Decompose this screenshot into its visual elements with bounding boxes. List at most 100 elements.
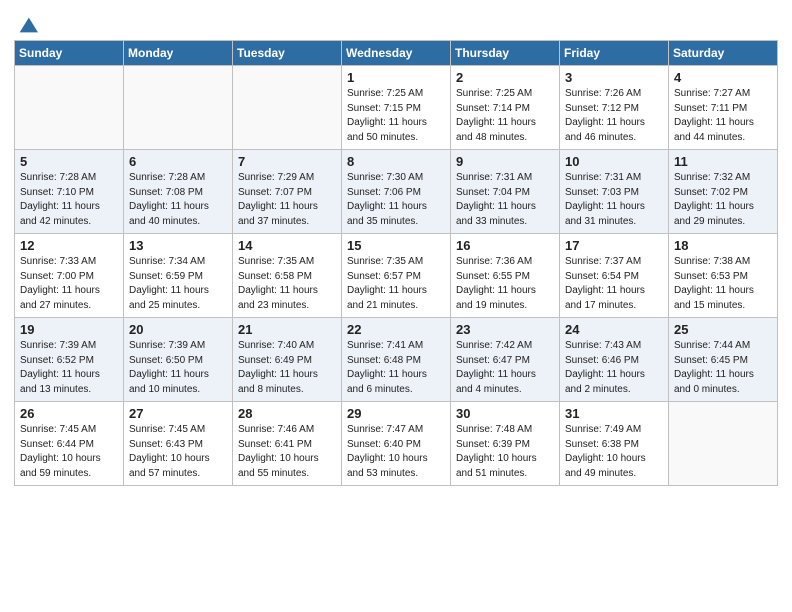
day-info: Sunrise: 7:34 AM Sunset: 6:59 PM Dayligh… [129,256,209,311]
week-row-1: 5 Sunrise: 7:28 AM Sunset: 7:10 PM Daylig… [15,150,778,234]
calendar-cell: 5 Sunrise: 7:28 AM Sunset: 7:10 PM Daylig… [15,150,124,234]
day-number: 12 [20,238,118,253]
day-info: Sunrise: 7:45 AM Sunset: 6:43 PM Dayligh… [129,424,210,479]
calendar-cell: 8 Sunrise: 7:30 AM Sunset: 7:06 PM Daylig… [342,150,451,234]
day-number: 28 [238,406,336,421]
weekday-header-sunday: Sunday [15,41,124,66]
day-info: Sunrise: 7:31 AM Sunset: 7:04 PM Dayligh… [456,172,536,227]
day-number: 2 [456,70,554,85]
calendar-cell [233,66,342,150]
day-number: 7 [238,154,336,169]
calendar-cell: 6 Sunrise: 7:28 AM Sunset: 7:08 PM Daylig… [124,150,233,234]
day-number: 1 [347,70,445,85]
weekday-header-saturday: Saturday [669,41,778,66]
day-info: Sunrise: 7:39 AM Sunset: 6:52 PM Dayligh… [20,340,100,395]
calendar-cell: 16 Sunrise: 7:36 AM Sunset: 6:55 PM Dayli… [451,234,560,318]
day-info: Sunrise: 7:36 AM Sunset: 6:55 PM Dayligh… [456,256,536,311]
calendar-cell: 17 Sunrise: 7:37 AM Sunset: 6:54 PM Dayli… [560,234,669,318]
week-row-0: 1 Sunrise: 7:25 AM Sunset: 7:15 PM Daylig… [15,66,778,150]
calendar-cell: 21 Sunrise: 7:40 AM Sunset: 6:49 PM Dayli… [233,318,342,402]
calendar-cell: 19Sunrise: 7:39 AM Sunset: 6:52 PM Dayli… [15,318,124,402]
day-number: 14 [238,238,336,253]
week-row-2: 12 Sunrise: 7:33 AM Sunset: 7:00 PM Dayli… [15,234,778,318]
calendar-cell: 22Sunrise: 7:41 AM Sunset: 6:48 PM Dayli… [342,318,451,402]
day-info: Sunrise: 7:26 AM Sunset: 7:12 PM Dayligh… [565,88,645,143]
weekday-header-friday: Friday [560,41,669,66]
calendar-cell: 1 Sunrise: 7:25 AM Sunset: 7:15 PM Daylig… [342,66,451,150]
day-info: Sunrise: 7:32 AM Sunset: 7:02 PM Dayligh… [674,172,754,227]
day-info: Sunrise: 7:44 AM Sunset: 6:45 PM Dayligh… [674,340,754,395]
day-info: Sunrise: 7:29 AM Sunset: 7:07 PM Dayligh… [238,172,318,227]
calendar: SundayMondayTuesdayWednesdayThursdayFrid… [14,40,778,486]
day-number: 26 [20,406,118,421]
calendar-cell: 15 Sunrise: 7:35 AM Sunset: 6:57 PM Dayli… [342,234,451,318]
calendar-cell: 27 Sunrise: 7:45 AM Sunset: 6:43 PM Dayli… [124,402,233,486]
calendar-cell: 31 Sunrise: 7:49 AM Sunset: 6:38 PM Dayli… [560,402,669,486]
calendar-cell: 30 Sunrise: 7:48 AM Sunset: 6:39 PM Dayli… [451,402,560,486]
calendar-cell: 9 Sunrise: 7:31 AM Sunset: 7:04 PM Daylig… [451,150,560,234]
day-number: 22 [347,322,445,337]
logo [14,14,38,34]
day-number: 8 [347,154,445,169]
day-number: 3 [565,70,663,85]
calendar-cell: 26 Sunrise: 7:45 AM Sunset: 6:44 PM Dayli… [15,402,124,486]
day-info: Sunrise: 7:43 AM Sunset: 6:46 PM Dayligh… [565,340,645,395]
calendar-cell [15,66,124,150]
day-info: Sunrise: 7:37 AM Sunset: 6:54 PM Dayligh… [565,256,645,311]
day-info: Sunrise: 7:49 AM Sunset: 6:38 PM Dayligh… [565,424,646,479]
day-info: Sunrise: 7:28 AM Sunset: 7:10 PM Dayligh… [20,172,100,227]
header [14,10,778,34]
day-number: 17 [565,238,663,253]
day-number: 4 [674,70,772,85]
calendar-cell: 20Sunrise: 7:39 AM Sunset: 6:50 PM Dayli… [124,318,233,402]
day-info: Sunrise: 7:25 AM Sunset: 7:14 PM Dayligh… [456,88,536,143]
day-number: 11 [674,154,772,169]
day-number: 27 [129,406,227,421]
calendar-cell: 11 Sunrise: 7:32 AM Sunset: 7:02 PM Dayli… [669,150,778,234]
day-info: Sunrise: 7:40 AM Sunset: 6:49 PM Dayligh… [238,340,318,395]
day-info: Sunrise: 7:31 AM Sunset: 7:03 PM Dayligh… [565,172,645,227]
weekday-header-wednesday: Wednesday [342,41,451,66]
calendar-cell: 7 Sunrise: 7:29 AM Sunset: 7:07 PM Daylig… [233,150,342,234]
day-number: 30 [456,406,554,421]
day-number: 16 [456,238,554,253]
weekday-header-row: SundayMondayTuesdayWednesdayThursdayFrid… [15,41,778,66]
calendar-cell: 3 Sunrise: 7:26 AM Sunset: 7:12 PM Daylig… [560,66,669,150]
calendar-cell: 2 Sunrise: 7:25 AM Sunset: 7:14 PM Daylig… [451,66,560,150]
day-info: Sunrise: 7:33 AM Sunset: 7:00 PM Dayligh… [20,256,100,311]
calendar-cell: 4 Sunrise: 7:27 AM Sunset: 7:11 PM Daylig… [669,66,778,150]
calendar-cell: 18Sunrise: 7:38 AM Sunset: 6:53 PM Dayli… [669,234,778,318]
day-number: 10 [565,154,663,169]
day-number: 24 [565,322,663,337]
calendar-cell: 25Sunrise: 7:44 AM Sunset: 6:45 PM Dayli… [669,318,778,402]
calendar-cell: 24 Sunrise: 7:43 AM Sunset: 6:46 PM Dayli… [560,318,669,402]
week-row-4: 26 Sunrise: 7:45 AM Sunset: 6:44 PM Dayli… [15,402,778,486]
calendar-cell: 23Sunrise: 7:42 AM Sunset: 6:47 PM Dayli… [451,318,560,402]
day-info: Sunrise: 7:30 AM Sunset: 7:06 PM Dayligh… [347,172,427,227]
day-info: Sunrise: 7:46 AM Sunset: 6:41 PM Dayligh… [238,424,319,479]
day-number: 6 [129,154,227,169]
day-info: Sunrise: 7:28 AM Sunset: 7:08 PM Dayligh… [129,172,209,227]
day-number: 9 [456,154,554,169]
day-info: Sunrise: 7:48 AM Sunset: 6:39 PM Dayligh… [456,424,537,479]
day-info: Sunrise: 7:47 AM Sunset: 6:40 PM Dayligh… [347,424,428,479]
day-number: 18 [674,238,772,253]
day-info: Sunrise: 7:27 AM Sunset: 7:11 PM Dayligh… [674,88,754,143]
day-number: 5 [20,154,118,169]
day-info: Sunrise: 7:45 AM Sunset: 6:44 PM Dayligh… [20,424,101,479]
weekday-header-tuesday: Tuesday [233,41,342,66]
day-number: 21 [238,322,336,337]
week-row-3: 19Sunrise: 7:39 AM Sunset: 6:52 PM Dayli… [15,318,778,402]
day-number: 15 [347,238,445,253]
weekday-header-thursday: Thursday [451,41,560,66]
day-number: 13 [129,238,227,253]
day-info: Sunrise: 7:35 AM Sunset: 6:57 PM Dayligh… [347,256,427,311]
calendar-cell [124,66,233,150]
weekday-header-monday: Monday [124,41,233,66]
logo-triangle-icon [16,14,38,36]
day-number: 23 [456,322,554,337]
calendar-cell: 12 Sunrise: 7:33 AM Sunset: 7:00 PM Dayli… [15,234,124,318]
calendar-cell [669,402,778,486]
day-info: Sunrise: 7:25 AM Sunset: 7:15 PM Dayligh… [347,88,427,143]
day-number: 31 [565,406,663,421]
